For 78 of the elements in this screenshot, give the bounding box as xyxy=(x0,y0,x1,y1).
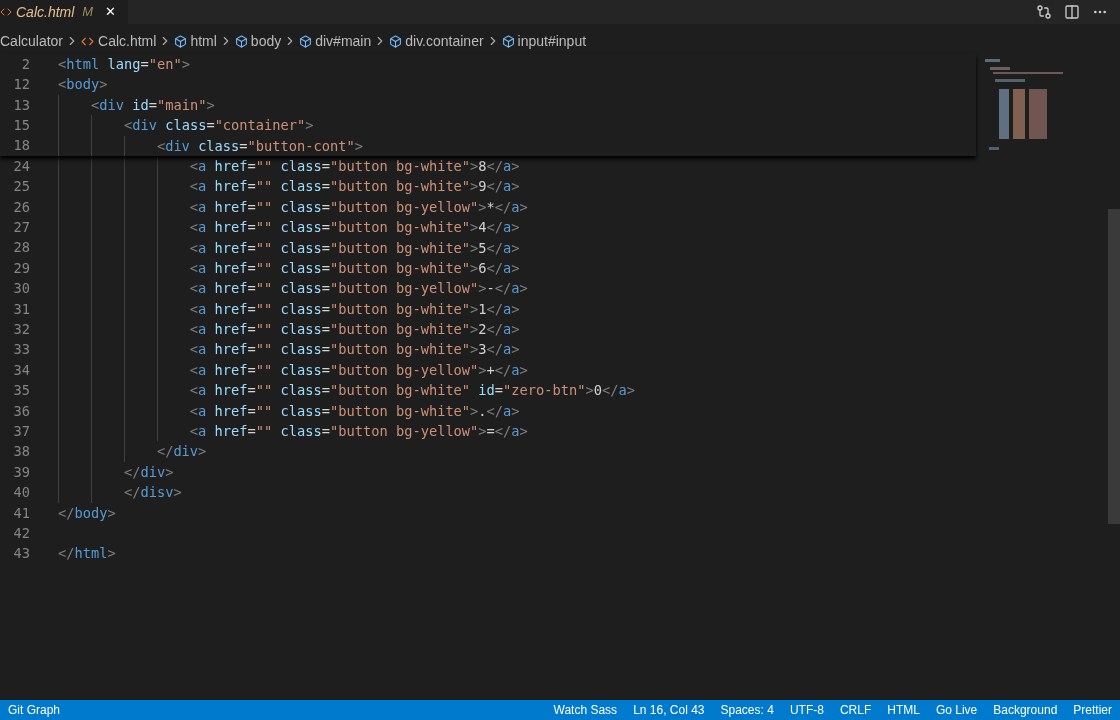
line-number: 33 xyxy=(12,340,30,360)
breadcrumb-item[interactable]: Calculator xyxy=(0,30,64,52)
code-line: <div class="button-cont"> xyxy=(155,137,363,154)
line-number: 41 xyxy=(12,503,30,523)
code-line: <a href="" class="button bg-white">6</a> xyxy=(188,259,520,276)
code-line: <div id="main"> xyxy=(89,96,215,113)
code-line: <a href="" class="button bg-white" id="zero-btn">0</a> xyxy=(188,382,635,399)
status-item[interactable]: CRLF xyxy=(839,701,872,719)
status-item[interactable]: Spaces: 4 xyxy=(720,701,774,719)
status-item[interactable]: HTML xyxy=(887,701,920,719)
code-line: <a href="" class="button bg-white">9</a> xyxy=(188,178,520,195)
line-number: 27 xyxy=(12,218,30,238)
code-line: <a href="" class="button bg-white">2</a> xyxy=(188,321,520,338)
code-line: <a href="" class="button bg-yellow">=</a> xyxy=(188,423,528,440)
code-line: <a href="" class="button bg-white">1</a> xyxy=(188,300,520,317)
line-number: 26 xyxy=(12,197,30,217)
line-number: 15 xyxy=(12,116,30,136)
code-line: <a href="" class="button bg-white">8</a> xyxy=(188,157,520,174)
line-number: 35 xyxy=(12,381,30,401)
line-number: 42 xyxy=(12,523,30,543)
line-number: 18 xyxy=(12,136,30,156)
line-number: 30 xyxy=(12,279,30,299)
line-number: 13 xyxy=(12,95,30,115)
code-line: <a href="" class="button bg-yellow">-</a> xyxy=(188,280,528,297)
editor-tab[interactable]: Calc.html M ✕ xyxy=(0,0,129,24)
html-file-icon xyxy=(0,6,12,18)
line-number: 28 xyxy=(12,238,30,258)
line-number: 39 xyxy=(12,462,30,482)
breadcrumb-item[interactable]: html xyxy=(190,30,217,52)
split-editor-icon[interactable] xyxy=(1064,4,1080,20)
compare-icon[interactable] xyxy=(1036,4,1052,20)
status-item[interactable]: Go Live xyxy=(935,701,978,719)
code-line: <a href="" class="button bg-white">5</a> xyxy=(188,239,520,256)
line-number: 43 xyxy=(12,544,30,564)
code-line: <html lang="en"> xyxy=(58,56,190,72)
code-line: <a href="" class="button bg-yellow">*</a> xyxy=(188,198,528,215)
breadcrumb-item[interactable]: div.container xyxy=(405,30,484,52)
code-line: <a href="" class="button bg-yellow">+</a> xyxy=(188,361,528,378)
status-item[interactable]: Ln 16, Col 43 xyxy=(633,701,705,719)
line-number: 32 xyxy=(12,320,30,339)
line-number: 31 xyxy=(12,299,30,319)
line-number: 34 xyxy=(12,360,30,380)
status-item[interactable]: Prettier xyxy=(1073,701,1112,719)
status-item[interactable]: UTF-8 xyxy=(789,701,824,719)
code-line: <a href="" class="button bg-white">3</a> xyxy=(188,341,520,358)
close-tab-button[interactable]: ✕ xyxy=(105,2,117,22)
line-number: 24 xyxy=(12,156,30,176)
line-number: 37 xyxy=(12,421,30,441)
line-number: 36 xyxy=(12,401,30,421)
code-line: </div> xyxy=(155,443,207,460)
breadcrumb-item[interactable]: body xyxy=(250,30,282,52)
status-item[interactable]: Watch Sass xyxy=(553,701,618,719)
cube-icon xyxy=(389,34,403,48)
cube-icon xyxy=(234,34,248,48)
modified-label: M xyxy=(82,3,94,22)
line-number: 12 xyxy=(12,75,30,95)
code-line: <div class="container"> xyxy=(122,117,314,134)
line-number: 38 xyxy=(12,442,30,462)
code-line: <body> xyxy=(58,76,108,93)
cube-icon xyxy=(174,34,188,48)
breadcrumb-item[interactable]: div#main xyxy=(315,30,372,52)
code-line: <a href="" class="button bg-white">4</a> xyxy=(188,219,520,236)
line-number: 29 xyxy=(12,258,30,278)
cube-icon xyxy=(501,34,515,48)
breadcrumb-item[interactable]: Calc.html xyxy=(98,30,157,52)
scrollbar-thumb[interactable] xyxy=(1108,209,1120,524)
code-line: </html> xyxy=(58,545,116,562)
line-number: 25 xyxy=(12,177,30,197)
code-line: <a href="" class="button bg-white">.</a> xyxy=(188,402,520,419)
code-line: </disv> xyxy=(122,484,182,501)
code-line: </body> xyxy=(58,504,116,521)
code-line: </div> xyxy=(122,463,174,480)
line-number: 2 xyxy=(20,54,30,74)
breadcrumb-item[interactable]: input#input xyxy=(517,30,587,52)
cube-icon xyxy=(299,34,313,48)
status-item[interactable]: Git Graph xyxy=(8,701,61,719)
status-item[interactable]: Background xyxy=(993,701,1058,719)
line-number: 40 xyxy=(12,483,30,503)
